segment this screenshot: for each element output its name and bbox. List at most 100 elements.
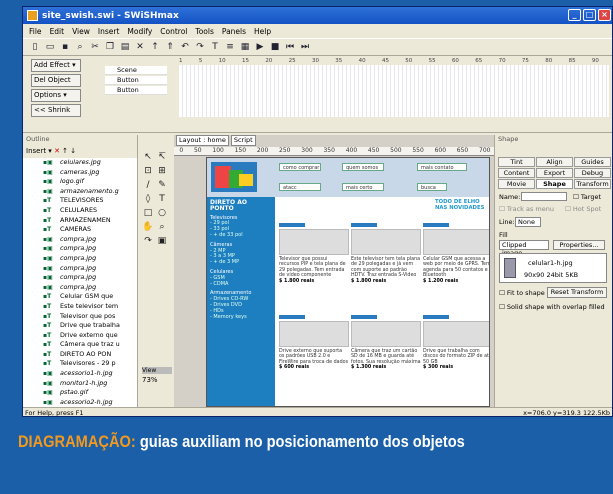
pencil-icon[interactable]: ✎	[156, 179, 168, 191]
outline-item[interactable]: ▪▣ pstao.gif	[23, 388, 137, 398]
insert-button[interactable]: Insert ▾ ✕ ↑ ↓	[23, 145, 137, 158]
tab-movie[interactable]: Movie	[498, 179, 535, 189]
ellipse-icon[interactable]: ○	[156, 207, 168, 219]
outline-item[interactable]: ▪▣ acessorio2-h.jpg	[23, 398, 137, 408]
timeline-row[interactable]: Scene	[105, 66, 167, 75]
outline-item[interactable]: ▪▣ compra.jpg	[23, 273, 137, 283]
minimize-button[interactable]: _	[568, 9, 581, 21]
product-card[interactable]: Drive que trabalha com discos do formato…	[423, 315, 489, 371]
menu-item-panels[interactable]: Panels	[222, 27, 246, 36]
outline-item[interactable]: ▪▣ logo.gif	[23, 177, 137, 187]
options-button[interactable]: Options ▾	[31, 89, 81, 102]
copy-icon[interactable]: ❐	[104, 41, 116, 53]
menu-item-insert[interactable]: Insert	[98, 27, 120, 36]
sidebar-link[interactable]: - Memory keys	[210, 314, 272, 321]
tab-tint[interactable]: Tint	[498, 157, 535, 167]
tab-export[interactable]: Export	[536, 168, 573, 178]
zoom-icon[interactable]: ⌕	[156, 221, 168, 233]
target-checkbox[interactable]: ☐ Target	[573, 193, 601, 201]
menu-item-help[interactable]: Help	[254, 27, 271, 36]
menu-item-file[interactable]: File	[29, 27, 42, 36]
menu-item-edit[interactable]: Edit	[50, 27, 65, 36]
outline-item[interactable]: ▪▣ armazenamento.g	[23, 187, 137, 197]
play-icon[interactable]: ▶	[254, 41, 266, 53]
reshape-icon[interactable]: ⊡	[142, 165, 154, 177]
outline-item[interactable]: ▪▣ compra.jpg	[23, 254, 137, 264]
sidebar-link[interactable]: - + de 33 pol	[210, 232, 272, 239]
outline-item[interactable]: ▪T CELULARES	[23, 206, 137, 216]
grid-icon[interactable]: ▦	[239, 41, 251, 53]
outline-item[interactable]: ▪T TELEVISORES	[23, 196, 137, 206]
solid-shape-checkbox[interactable]: ☐ Solid shape with overlap filled	[499, 303, 605, 311]
rect-icon[interactable]: □	[142, 207, 154, 219]
subselect-icon[interactable]: ↸	[156, 151, 168, 163]
text-tool-icon[interactable]: T	[209, 41, 221, 53]
select-icon[interactable]: ↖	[142, 151, 154, 163]
nav-button[interactable]: mais certo	[342, 183, 384, 191]
properties-button[interactable]: Properties...	[553, 240, 605, 250]
paste-icon[interactable]: ▤	[119, 41, 131, 53]
outline-item[interactable]: ▪T Televisor que pos	[23, 312, 137, 322]
timeline-row[interactable]: Button	[105, 76, 167, 85]
outline-item[interactable]: ▪▣ monitor1-h.jpg	[23, 379, 137, 389]
forward-icon[interactable]: ⏭	[299, 41, 311, 53]
tab-align[interactable]: Align	[536, 157, 573, 167]
outline-item[interactable]: ▪T Celular GSM que	[23, 292, 137, 302]
outline-item[interactable]: ▪▣ compra.jpg	[23, 244, 137, 254]
sidebar-link[interactable]: - CDMA	[210, 281, 272, 288]
hot-spot-checkbox[interactable]: ☐ Hot Spot	[565, 205, 601, 213]
outline-item[interactable]: ▪▣ acessorio1-h.jpg	[23, 369, 137, 379]
open-icon[interactable]: ▭	[44, 41, 56, 53]
zoom-select[interactable]: 73%	[142, 376, 172, 384]
frame-icon[interactable]: ▣	[156, 235, 168, 247]
tab-shape[interactable]: Shape	[536, 179, 573, 189]
tab-guides[interactable]: Guides	[574, 157, 611, 167]
name-field[interactable]	[521, 192, 567, 201]
del-object-button[interactable]: Del Object	[31, 74, 81, 87]
product-card[interactable]: Drive externo que suporta os padrões USB…	[279, 315, 349, 371]
menu-item-control[interactable]: Control	[160, 27, 187, 36]
sidebar-link[interactable]: - + de 3 MP	[210, 259, 272, 266]
align-icon[interactable]: ≡	[224, 41, 236, 53]
find-icon[interactable]: ⌕	[74, 41, 86, 53]
outline-item[interactable]: ▪▣ cameras.jpg	[23, 168, 137, 178]
nav-button[interactable]: busca	[417, 183, 447, 191]
stop-icon[interactable]: ■	[269, 41, 281, 53]
delete-icon[interactable]: ✕	[134, 41, 146, 53]
tab-debug[interactable]: Debug	[574, 168, 611, 178]
nav-button[interactable]: quem somos	[342, 163, 384, 171]
menu-item-tools[interactable]: Tools	[195, 27, 213, 36]
reset-transform-button[interactable]: Reset Transform	[547, 287, 607, 298]
menu-item-modify[interactable]: Modify	[127, 27, 152, 36]
tab-layout[interactable]: Layout : home	[176, 135, 229, 146]
move-up-icon[interactable]: ↑	[149, 41, 161, 53]
undo-icon[interactable]: ↶	[179, 41, 191, 53]
outline-item[interactable]: ▪T Câmera que traz u	[23, 340, 137, 350]
outline-item[interactable]: ▪T ARMAZENAMEN	[23, 216, 137, 226]
maximize-button[interactable]: □	[583, 9, 596, 21]
tab-transform[interactable]: Transform	[574, 179, 611, 189]
outline-item[interactable]: ▪▣ compra.jpg	[23, 283, 137, 293]
nav-button[interactable]: como comprar	[279, 163, 321, 171]
outline-item[interactable]: ▪T Este televisor tem	[23, 302, 137, 312]
product-card[interactable]: Este televisor tem tela plana de 29 pole…	[351, 223, 421, 284]
motion-path-icon[interactable]: ↷	[142, 235, 154, 247]
shrink-button[interactable]: << Shrink	[31, 104, 81, 117]
outline-item[interactable]: ▪T Drive que trabalha	[23, 321, 137, 331]
track-as-menu-checkbox[interactable]: ☐ Track as menu	[499, 205, 554, 213]
stage-canvas[interactable]: como comprar quem somos mais contato ata…	[206, 157, 490, 407]
delete-icon[interactable]: ✕	[54, 147, 60, 155]
fill-icon[interactable]: ◊	[142, 193, 154, 205]
save-icon[interactable]: ▪	[59, 41, 71, 53]
fill-select[interactable]: Clipped image	[499, 240, 549, 257]
tab-content[interactable]: Content	[498, 168, 535, 178]
fit-to-shape-checkbox[interactable]: ☐ Fit to shape	[499, 289, 545, 297]
transform-icon[interactable]: ⊞	[156, 165, 168, 177]
new-icon[interactable]: ▯	[29, 41, 41, 53]
outline-item[interactable]: ▪T CAMERAS	[23, 225, 137, 235]
nav-button[interactable]: mais contato	[417, 163, 467, 171]
product-card[interactable]: Celular GSM que acessa a web por meio de…	[423, 223, 489, 284]
timeline-frames[interactable]	[179, 65, 609, 117]
add-effect-button[interactable]: Add Effect ▾	[31, 59, 81, 72]
close-button[interactable]: ×	[598, 9, 611, 21]
